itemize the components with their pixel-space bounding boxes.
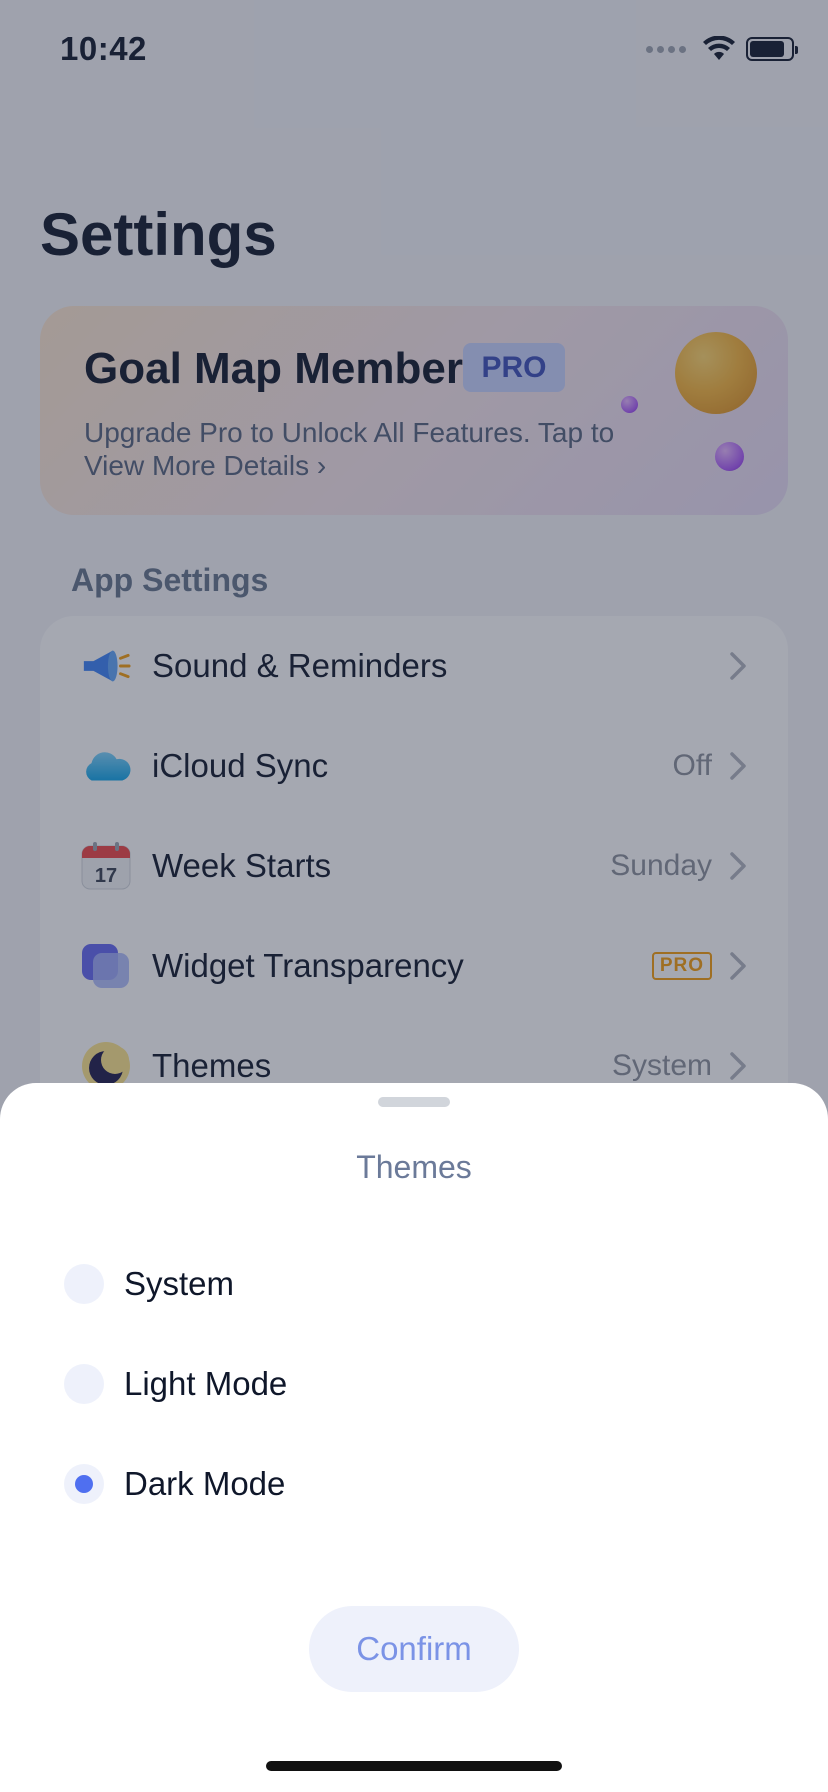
theme-option-dark-mode[interactable]: Dark Mode — [62, 1449, 762, 1519]
themes-bottom-sheet: Themes System Light Mode Dark Mode Confi… — [0, 1083, 828, 1792]
radio-button[interactable] — [64, 1264, 104, 1304]
option-label: Light Mode — [124, 1365, 288, 1402]
radio-button-selected[interactable] — [64, 1464, 104, 1504]
home-indicator — [266, 1761, 562, 1771]
sheet-title: Themes — [356, 1149, 472, 1185]
radio-selected-dot — [75, 1475, 93, 1493]
radio-button[interactable] — [64, 1364, 104, 1404]
option-label: Dark Mode — [124, 1465, 286, 1502]
theme-option-light-mode[interactable]: Light Mode — [62, 1349, 762, 1419]
option-label: System — [124, 1265, 235, 1302]
sheet-grabber-handle[interactable] — [378, 1097, 450, 1107]
confirm-button[interactable]: Confirm — [309, 1606, 519, 1692]
theme-option-system[interactable]: System — [62, 1249, 762, 1319]
